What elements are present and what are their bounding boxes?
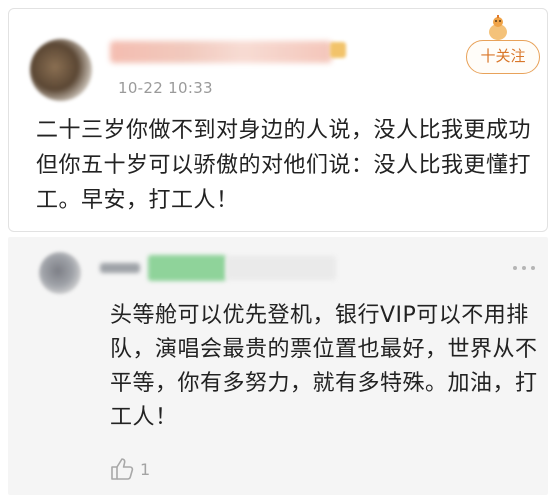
like-count: 1 <box>140 460 151 479</box>
follow-button[interactable]: 十关注 <box>466 40 540 74</box>
thumbs-up-icon[interactable] <box>109 456 135 482</box>
reply-author-name-blurred-part[interactable] <box>100 263 140 273</box>
more-dots-icon[interactable] <box>511 264 537 272</box>
reply-author-name-blurred-tail <box>226 256 336 280</box>
mascot-icon <box>489 15 507 40</box>
reply-body-text: 头等舱可以优先登机，银行VIP可以不用排队，演唱会最贵的票位置也最好，世界从不平… <box>110 303 538 430</box>
post-timestamp: 10-22 10:33 <box>118 79 213 97</box>
post-body-text: 二十三岁你做不到对身边的人说，没人比我更成功 但你五十岁可以骄傲的对他们说：没人… <box>36 118 532 213</box>
reply-author-avatar[interactable] <box>39 252 81 294</box>
post-author-avatar[interactable] <box>30 39 92 101</box>
reply-author-name-blurred[interactable] <box>148 255 226 281</box>
screenshot-root: 10-22 10:33 十关注 二十三岁你做不到对身边的人说，没人比我更成功 但… <box>0 0 555 501</box>
post-author-name-blurred[interactable] <box>110 41 332 63</box>
post-author-badge <box>330 42 346 58</box>
